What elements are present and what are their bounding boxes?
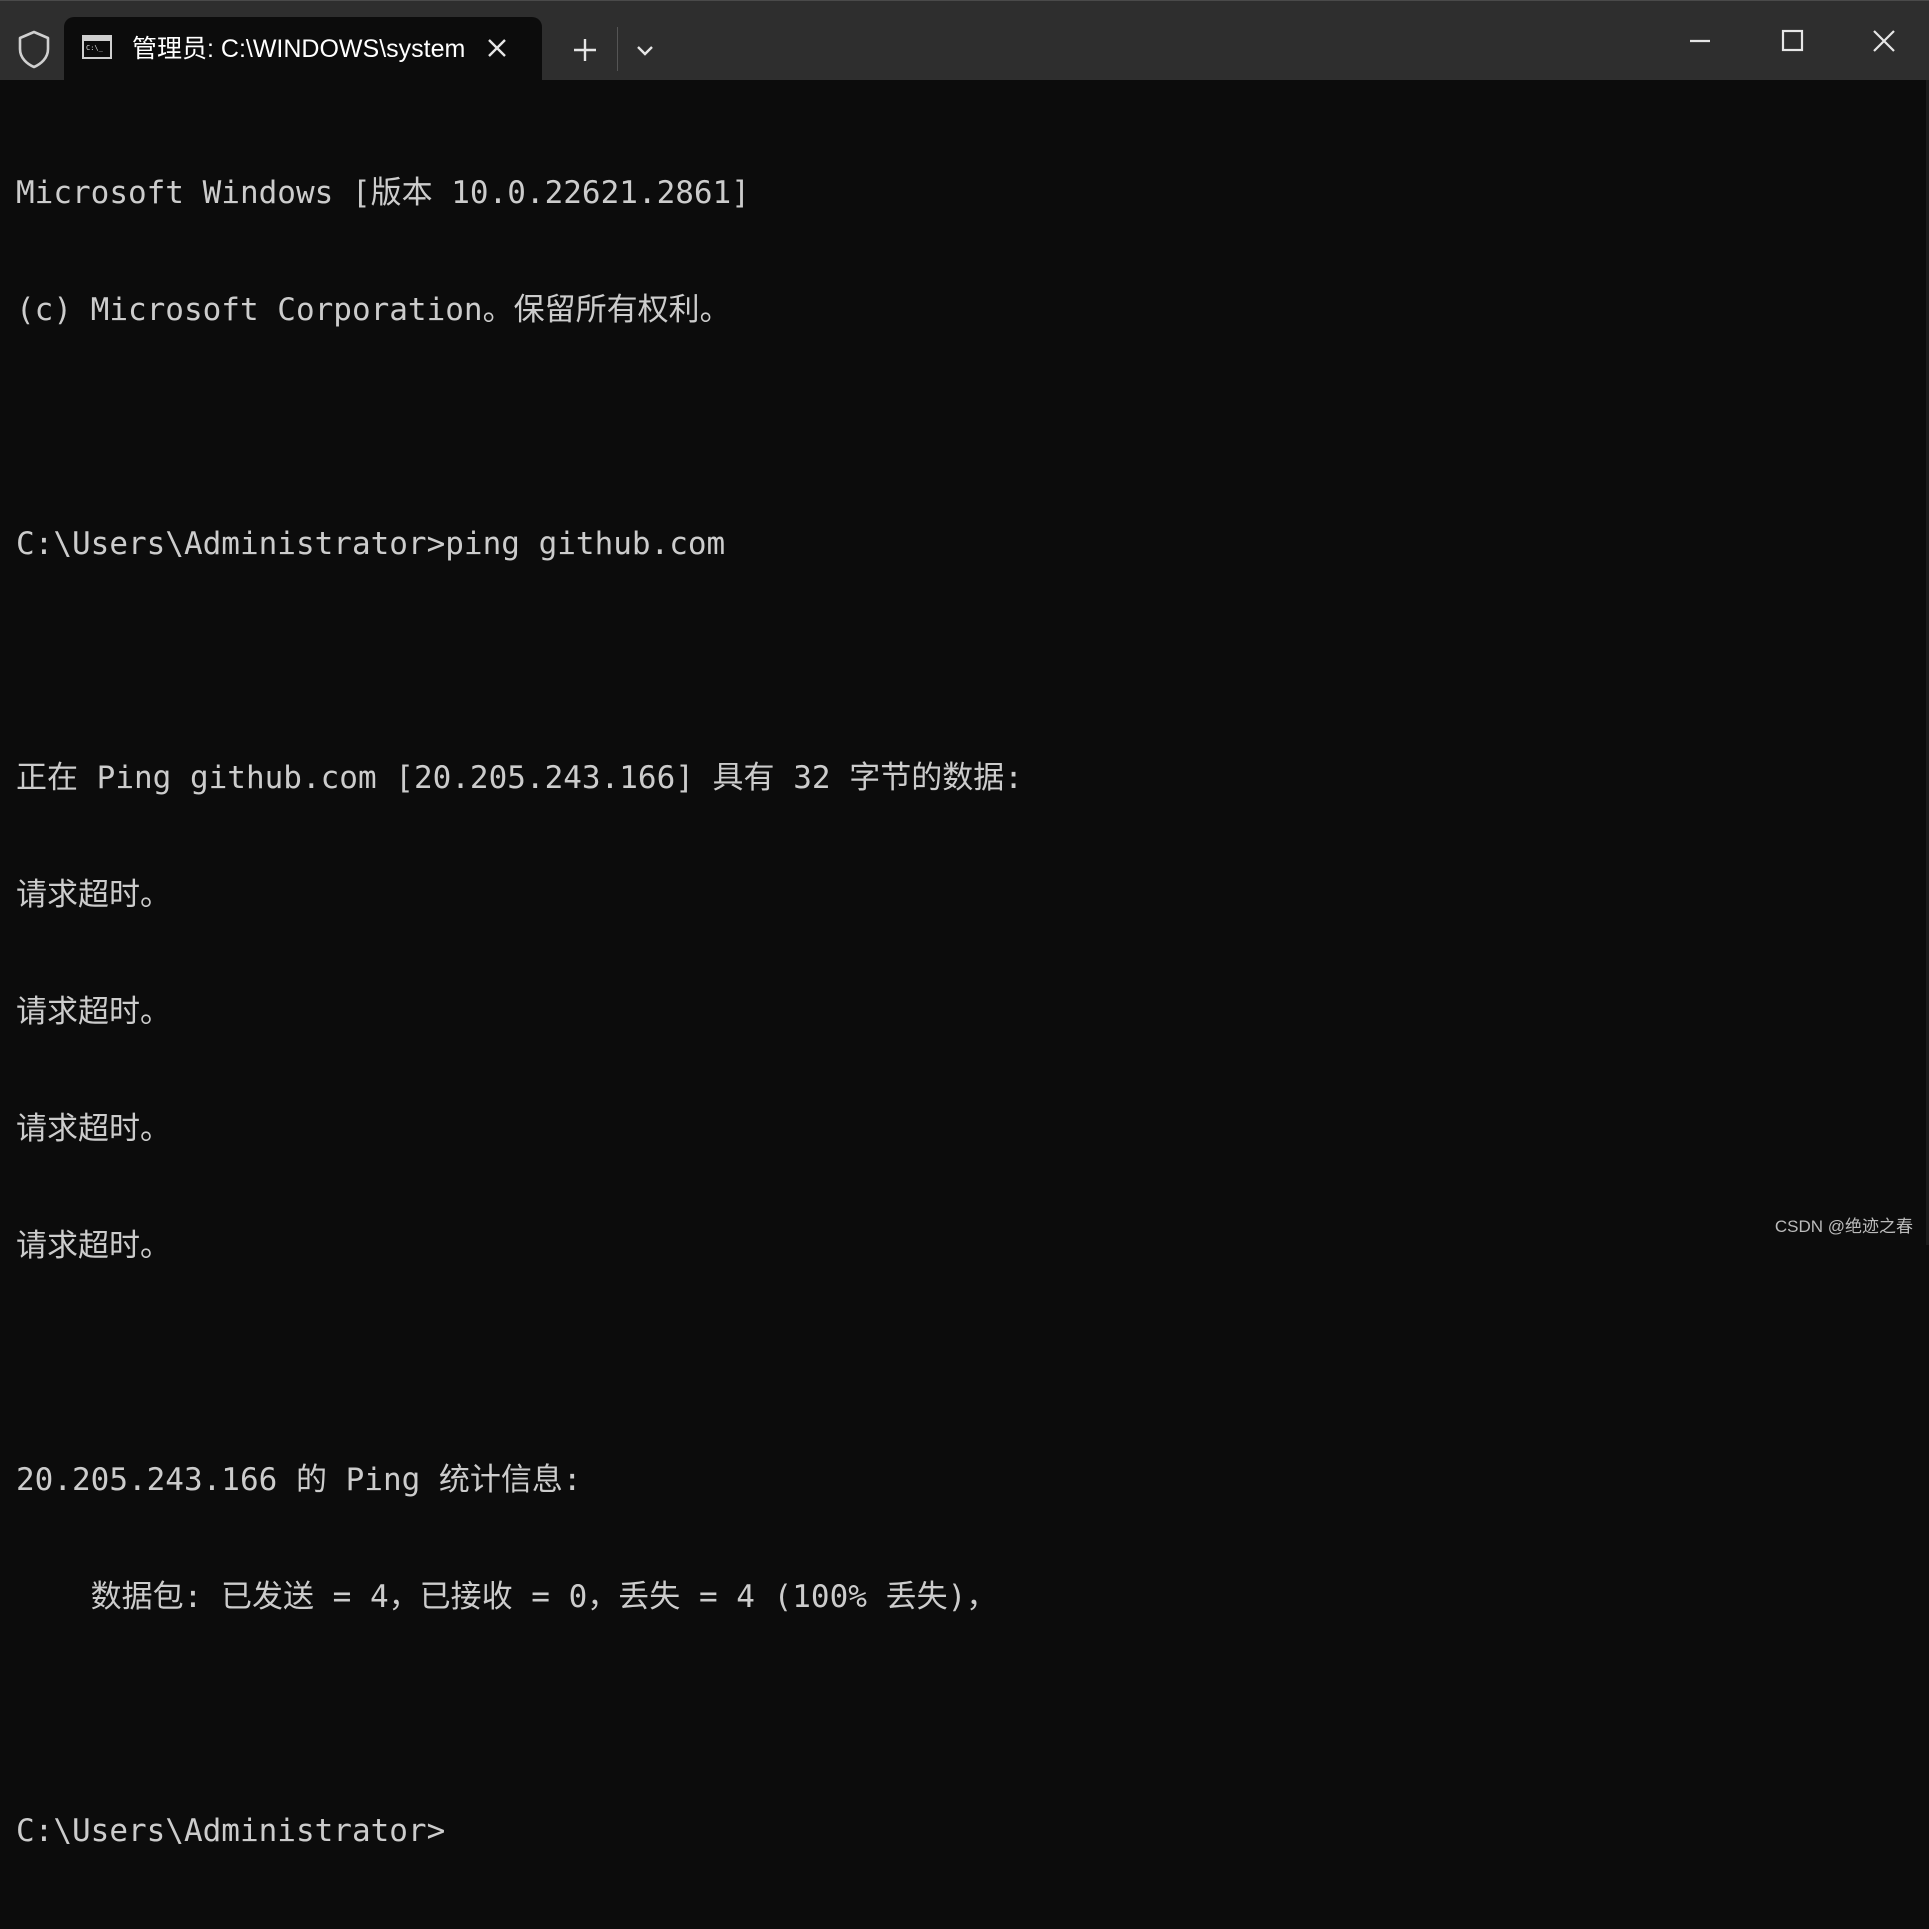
console-line: Microsoft Windows [版本 10.0.22621.2861] bbox=[16, 175, 750, 211]
plus-icon[interactable] bbox=[568, 33, 602, 67]
console-line: C:\Users\Administrator>ping github.com bbox=[16, 526, 726, 562]
tab-separator bbox=[617, 27, 618, 71]
chevron-down-icon[interactable] bbox=[630, 35, 660, 65]
console-line: (c) Microsoft Corporation。保留所有权利。 bbox=[16, 292, 731, 328]
shield-icon bbox=[18, 30, 50, 69]
console-prompt[interactable]: C:\Users\Administrator> bbox=[16, 1812, 1929, 1851]
cmd-icon: C:\_ bbox=[82, 35, 112, 59]
console-line: 数据包: 已发送 = 4，已接收 = 0，丢失 = 4 (100% 丢失)， bbox=[16, 1579, 998, 1615]
tab-cmd[interactable]: C:\_ 管理员: C:\WINDOWS\system32\cmd.exe bbox=[64, 17, 542, 81]
maximize-icon[interactable] bbox=[1772, 21, 1812, 61]
close-icon[interactable] bbox=[1864, 21, 1904, 61]
minimize-icon[interactable] bbox=[1680, 21, 1720, 61]
title-bar[interactable]: C:\_ 管理员: C:\WINDOWS\system32\cmd.exe bbox=[0, 0, 1929, 81]
console-line: 请求超时。 bbox=[16, 1228, 171, 1264]
svg-text:C:\_: C:\_ bbox=[86, 44, 104, 52]
watermark: CSDN @绝迹之春 bbox=[1774, 1217, 1913, 1236]
console-line: 请求超时。 bbox=[16, 1111, 171, 1147]
terminal-window: C:\_ 管理员: C:\WINDOWS\system32\cmd.exe Mi… bbox=[0, 0, 1929, 1849]
console-line: 20.205.243.166 的 Ping 统计信息: bbox=[16, 1462, 582, 1498]
console-line: 请求超时。 bbox=[16, 994, 171, 1030]
console-line: 请求超时。 bbox=[16, 877, 171, 913]
tab-title: 管理员: C:\WINDOWS\system32\cmd.exe bbox=[132, 35, 466, 63]
close-icon[interactable] bbox=[482, 33, 512, 63]
console-line: 正在 Ping github.com [20.205.243.166] 具有 3… bbox=[16, 760, 1023, 796]
console-output[interactable]: Microsoft Windows [版本 10.0.22621.2861] (… bbox=[16, 96, 1929, 1849]
